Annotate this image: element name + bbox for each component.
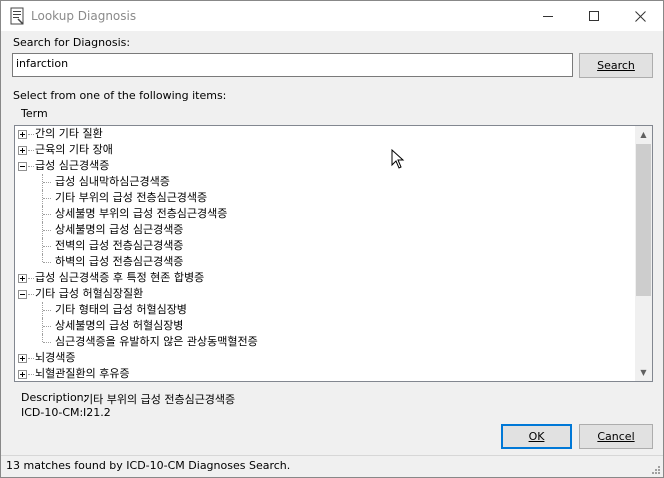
tree-item-row[interactable]: 기타 부위의 급성 전층심근경색증 xyxy=(15,190,635,206)
tree-row-label: 심근경색증을 유발하지 않은 관상동맥혈전증 xyxy=(55,335,258,348)
search-input-value: infarction xyxy=(16,57,69,70)
diagnosis-tree[interactable]: 간의 기타 질환근육의 기타 장애급성 심근경색증급성 심내막하심근경색증기타 … xyxy=(14,125,653,382)
status-text: 13 matches found by ICD-10-CM Diagnoses … xyxy=(6,459,291,472)
expand-icon[interactable] xyxy=(18,146,27,155)
scroll-thumb[interactable] xyxy=(636,144,651,296)
minimize-icon xyxy=(543,16,553,17)
tree-item-row[interactable]: 상세불명의 급성 심근경색증 xyxy=(15,222,635,238)
column-header-term[interactable]: Term xyxy=(21,107,48,120)
ok-button-label: OK xyxy=(528,430,545,443)
maximize-button[interactable] xyxy=(571,1,617,31)
minimize-button[interactable] xyxy=(525,1,571,31)
tree-connector xyxy=(43,182,51,183)
code-value: I21.2 xyxy=(83,406,111,419)
maximize-icon xyxy=(589,11,599,21)
tree-row-label: 급성 심내막하심근경색증 xyxy=(55,175,170,188)
tree-row-label: 뇌경색증 xyxy=(35,351,76,364)
code-label: ICD-10-CM: xyxy=(21,406,84,419)
tree-row-label: 기타 급성 허혈심장질환 xyxy=(35,287,144,300)
tree-row-label: 급성 심근경색증 후 특정 현존 합병증 xyxy=(35,271,205,284)
tree-row-label: 기타 형태의 급성 허혈심장병 xyxy=(55,303,187,316)
collapse-icon[interactable] xyxy=(18,290,27,299)
lookup-diagnosis-dialog: Lookup Diagnosis Search for Diagnosis: i… xyxy=(0,0,664,478)
tree-row-label: 근육의 기타 장애 xyxy=(35,143,113,156)
scroll-up-icon[interactable]: ▲ xyxy=(635,126,652,143)
tree-connector xyxy=(42,254,43,262)
tree-item-row[interactable]: 상세불명의 급성 허혈심장병 xyxy=(15,318,635,334)
tree-connector xyxy=(43,214,51,215)
expand-icon[interactable] xyxy=(18,370,27,379)
tree-item-row[interactable]: 심근경색증을 유발하지 않은 관상동맥혈전증 xyxy=(15,334,635,350)
scroll-down-icon[interactable]: ▼ xyxy=(635,364,652,381)
tree-category-row[interactable]: 기타 급성 허혈심장질환 xyxy=(15,286,635,302)
tree-item-row[interactable]: 급성 심내막하심근경색증 xyxy=(15,174,635,190)
tree-category-row[interactable]: 뇌경색증 xyxy=(15,350,635,366)
tree-item-row[interactable]: 기타 형태의 급성 허혈심장병 xyxy=(15,302,635,318)
tree-connector xyxy=(43,326,51,327)
search-button[interactable]: Search xyxy=(579,53,653,78)
search-button-label: Search xyxy=(597,59,635,72)
close-button[interactable] xyxy=(617,1,663,31)
expand-icon[interactable] xyxy=(18,354,27,363)
tree-row-label: 뇌혈관질환의 후유증 xyxy=(35,367,130,380)
tree-category-row[interactable]: 간의 기타 질환 xyxy=(15,126,635,142)
tree-connector xyxy=(28,278,34,279)
tree-connector xyxy=(28,294,34,295)
ok-button[interactable]: OK xyxy=(501,424,572,449)
tree-connector xyxy=(28,150,34,151)
tree-row-label: 전벽의 급성 전층심근경색증 xyxy=(55,239,184,252)
tree-row-label: 상세불명 부위의 급성 전층심근경색증 xyxy=(55,207,228,220)
expand-icon[interactable] xyxy=(18,130,27,139)
tree-row-label: 상세불명의 급성 심근경색증 xyxy=(55,223,184,236)
resize-grip-icon[interactable] xyxy=(650,464,660,474)
title-bar[interactable]: Lookup Diagnosis xyxy=(1,1,663,31)
app-icon xyxy=(10,7,24,25)
expand-icon[interactable] xyxy=(18,274,27,283)
vertical-scrollbar[interactable]: ▲ ▼ xyxy=(635,126,652,381)
tree-row-label: 하벽의 급성 전층심근경색증 xyxy=(55,255,184,268)
tree-row-label: 간의 기타 질환 xyxy=(35,127,103,140)
list-label: Select from one of the following items: xyxy=(13,89,227,102)
close-icon xyxy=(634,10,646,22)
tree-connector xyxy=(43,198,51,199)
tree-row-label: 기타 부위의 급성 전층심근경색증 xyxy=(55,191,208,204)
tree-connector xyxy=(43,262,51,263)
tree-connector xyxy=(28,374,34,375)
cancel-button[interactable]: Cancel xyxy=(579,424,653,449)
cancel-button-label: Cancel xyxy=(597,430,635,443)
tree-row-label: 급성 심근경색증 xyxy=(35,159,110,172)
tree-connector xyxy=(28,134,34,135)
tree-item-row[interactable]: 상세불명 부위의 급성 전층심근경색증 xyxy=(15,206,635,222)
description-label: Description: xyxy=(21,391,88,404)
tree-row-label: 상세불명의 급성 허혈심장병 xyxy=(55,319,184,332)
tree-category-row[interactable]: 뇌혈관질환의 후유증 xyxy=(15,366,635,381)
tree-item-row[interactable]: 하벽의 급성 전층심근경색증 xyxy=(15,254,635,270)
search-input[interactable]: infarction xyxy=(12,53,573,77)
tree-connector xyxy=(43,310,51,311)
tree-connector xyxy=(42,334,43,342)
tree-category-row[interactable]: 근육의 기타 장애 xyxy=(15,142,635,158)
window-title: Lookup Diagnosis xyxy=(31,9,137,23)
collapse-icon[interactable] xyxy=(18,162,27,171)
tree-connector xyxy=(28,166,34,167)
description-value: 기타 부위의 급성 전층심근경색증 xyxy=(83,393,236,406)
tree-connector xyxy=(43,342,51,343)
tree-connector xyxy=(43,246,51,247)
search-label: Search for Diagnosis: xyxy=(13,36,131,49)
tree-category-row[interactable]: 급성 심근경색증 xyxy=(15,158,635,174)
tree-category-row[interactable]: 급성 심근경색증 후 특정 현존 합병증 xyxy=(15,270,635,286)
status-bar: 13 matches found by ICD-10-CM Diagnoses … xyxy=(1,455,663,477)
tree-connector xyxy=(28,358,34,359)
tree-item-row[interactable]: 전벽의 급성 전층심근경색증 xyxy=(15,238,635,254)
mouse-cursor-icon xyxy=(391,149,405,169)
tree-connector xyxy=(43,230,51,231)
